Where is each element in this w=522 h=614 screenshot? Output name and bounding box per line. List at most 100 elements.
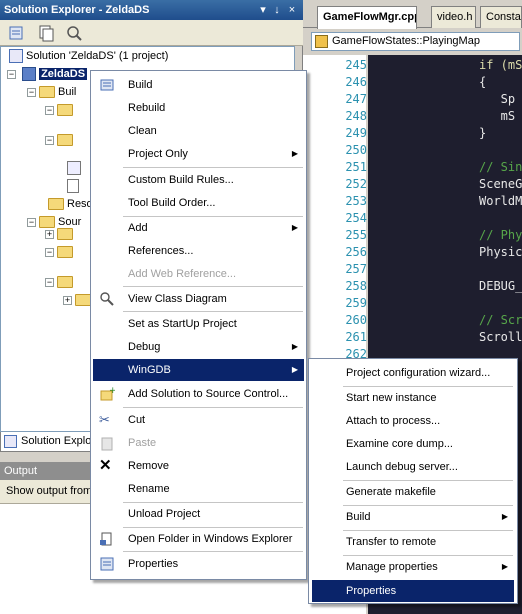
wingdb-submenu: Project configuration wizard... Start ne… <box>308 358 518 604</box>
menu-item-cut[interactable]: ✂ Cut <box>93 409 304 431</box>
menu-item-clean[interactable]: Clean <box>93 120 304 142</box>
collapse-icon[interactable]: − <box>27 87 36 97</box>
menu-item-properties[interactable]: Properties <box>93 553 304 575</box>
submenu-item-generate-makefile[interactable]: Generate makefile <box>312 481 514 503</box>
menu-item-add[interactable]: Add ▶ <box>93 217 304 239</box>
collapse-icon[interactable]: − <box>27 217 36 227</box>
tree-solution-node[interactable]: Solution 'ZeldaDS' (1 project) <box>9 47 168 65</box>
menu-item-build[interactable]: Build <box>93 74 304 96</box>
tree-folder-build[interactable]: − Buil <box>27 83 76 101</box>
tree-folder-resources[interactable]: Reso <box>45 195 93 213</box>
folder-icon <box>75 294 91 307</box>
menu-item-wingdb[interactable]: WinGDB ▶ <box>93 359 304 381</box>
file-icon <box>67 179 79 194</box>
menu-item-unload-project[interactable]: Unload Project <box>93 503 304 525</box>
show-all-files-icon[interactable] <box>36 23 56 43</box>
collapse-icon[interactable]: − <box>7 69 16 79</box>
output-title: Output <box>4 465 38 477</box>
menu-separator <box>123 551 303 552</box>
code-line: } <box>479 126 487 140</box>
submenu-arrow-icon: ▶ <box>291 149 298 158</box>
code-line: SceneG <box>479 177 522 191</box>
menu-item-custom-build-rules[interactable]: Custom Build Rules... <box>93 169 304 191</box>
tree-subfolder[interactable]: + <box>45 225 76 243</box>
menu-item-rebuild[interactable]: Rebuild <box>93 97 304 119</box>
line-number: 251 <box>345 160 367 174</box>
remove-icon: ✕ <box>99 457 112 474</box>
menu-item-view-class-diagram[interactable]: View Class Diagram <box>93 288 304 310</box>
pin-icon[interactable]: ↓ <box>270 3 284 17</box>
collapse-icon[interactable]: − <box>45 105 54 115</box>
submenu-item-config-wizard[interactable]: Project configuration wizard... <box>312 362 514 384</box>
menu-separator <box>123 167 303 168</box>
tab-video-h[interactable]: video.h <box>431 6 476 28</box>
collapse-icon[interactable]: − <box>45 247 54 257</box>
tree-subfolder[interactable]: − <box>45 131 76 149</box>
tab-gameflowmgr[interactable]: GameFlowMgr.cpp <box>317 6 417 29</box>
menu-item-tool-build-order[interactable]: Tool Build Order... <box>93 192 304 214</box>
line-number: 254 <box>345 211 367 225</box>
tab-constants[interactable]: Constar <box>480 6 522 28</box>
line-number: 260 <box>345 313 367 327</box>
menu-separator <box>123 286 303 287</box>
submenu-arrow-icon: ▶ <box>291 223 298 232</box>
folder-icon <box>57 134 73 147</box>
submenu-item-properties[interactable]: Properties <box>312 580 514 602</box>
menu-item-set-startup[interactable]: Set as StartUp Project <box>93 313 304 335</box>
close-icon[interactable]: × <box>285 3 299 17</box>
line-number: 256 <box>345 245 367 259</box>
line-number: 257 <box>345 262 367 276</box>
class-diagram-icon <box>99 291 115 307</box>
output-source-label: Show output from <box>6 485 93 497</box>
navigation-bar: GameFlowStates::PlayingMap <box>303 29 522 55</box>
code-line: Scroll <box>479 330 522 344</box>
submenu-item-start-new-instance[interactable]: Start new instance <box>312 387 514 409</box>
menu-item-references[interactable]: References... <box>93 240 304 262</box>
tree-project-node[interactable]: − ZeldaDS <box>7 65 88 83</box>
code-line: WorldM <box>479 194 522 208</box>
properties-tool-icon[interactable] <box>6 23 26 43</box>
paste-icon <box>99 435 115 451</box>
tree-subfolder[interactable]: − <box>45 273 76 291</box>
submenu-item-attach-to-process[interactable]: Attach to process... <box>312 410 514 432</box>
code-line: Sp <box>479 92 516 106</box>
tree-subfolder[interactable]: − <box>45 101 76 119</box>
submenu-item-manage-properties[interactable]: Manage properties ▶ <box>312 556 514 578</box>
menu-item-open-folder[interactable]: Open Folder in Windows Explorer <box>93 528 304 550</box>
menu-item-rename[interactable]: Rename <box>93 478 304 500</box>
collapse-icon[interactable]: − <box>45 277 54 287</box>
submenu-item-transfer-to-remote[interactable]: Transfer to remote <box>312 531 514 553</box>
tree-file-node[interactable] <box>67 177 79 195</box>
code-line: Physic <box>479 245 522 259</box>
line-number: 248 <box>345 109 367 123</box>
code-line: // Sin <box>479 160 522 174</box>
view-class-icon[interactable] <box>64 23 84 43</box>
menu-item-add-to-source-control[interactable]: + Add Solution to Source Control... <box>93 383 304 405</box>
menu-item-remove[interactable]: ✕ Remove <box>93 455 304 477</box>
folder-icon <box>57 276 73 289</box>
collapse-icon[interactable]: − <box>45 135 54 145</box>
submenu-item-examine-core-dump[interactable]: Examine core dump... <box>312 433 514 455</box>
menu-item-debug[interactable]: Debug ▶ <box>93 336 304 358</box>
menu-separator <box>123 407 303 408</box>
solution-explorer-tab[interactable]: Solution Explor <box>0 432 96 452</box>
project-context-menu: Build Rebuild Clean Project Only ▶ Custom… <box>90 70 307 580</box>
code-line: { <box>479 75 487 89</box>
solution-explorer-toolbar <box>0 20 303 46</box>
submenu-item-launch-debug-server[interactable]: Launch debug server... <box>312 456 514 478</box>
code-line: DEBUG_ <box>479 279 522 293</box>
scope-dropdown[interactable]: GameFlowStates::PlayingMap <box>311 32 520 51</box>
expand-icon[interactable]: + <box>63 295 72 305</box>
tree-subfolder[interactable]: − <box>45 243 76 261</box>
menu-item-project-only[interactable]: Project Only ▶ <box>93 143 304 165</box>
submenu-item-build[interactable]: Build ▶ <box>312 506 514 528</box>
folder-icon <box>99 531 115 547</box>
expand-icon[interactable]: + <box>45 229 54 239</box>
dropdown-icon[interactable]: ▾ <box>256 3 270 17</box>
scissors-icon: ✂ <box>99 412 110 427</box>
tree-file-node[interactable] <box>67 159 81 177</box>
file-settings-icon <box>67 161 81 176</box>
build-icon <box>99 77 115 93</box>
folder-icon <box>48 198 64 211</box>
line-number: 250 <box>345 143 367 157</box>
